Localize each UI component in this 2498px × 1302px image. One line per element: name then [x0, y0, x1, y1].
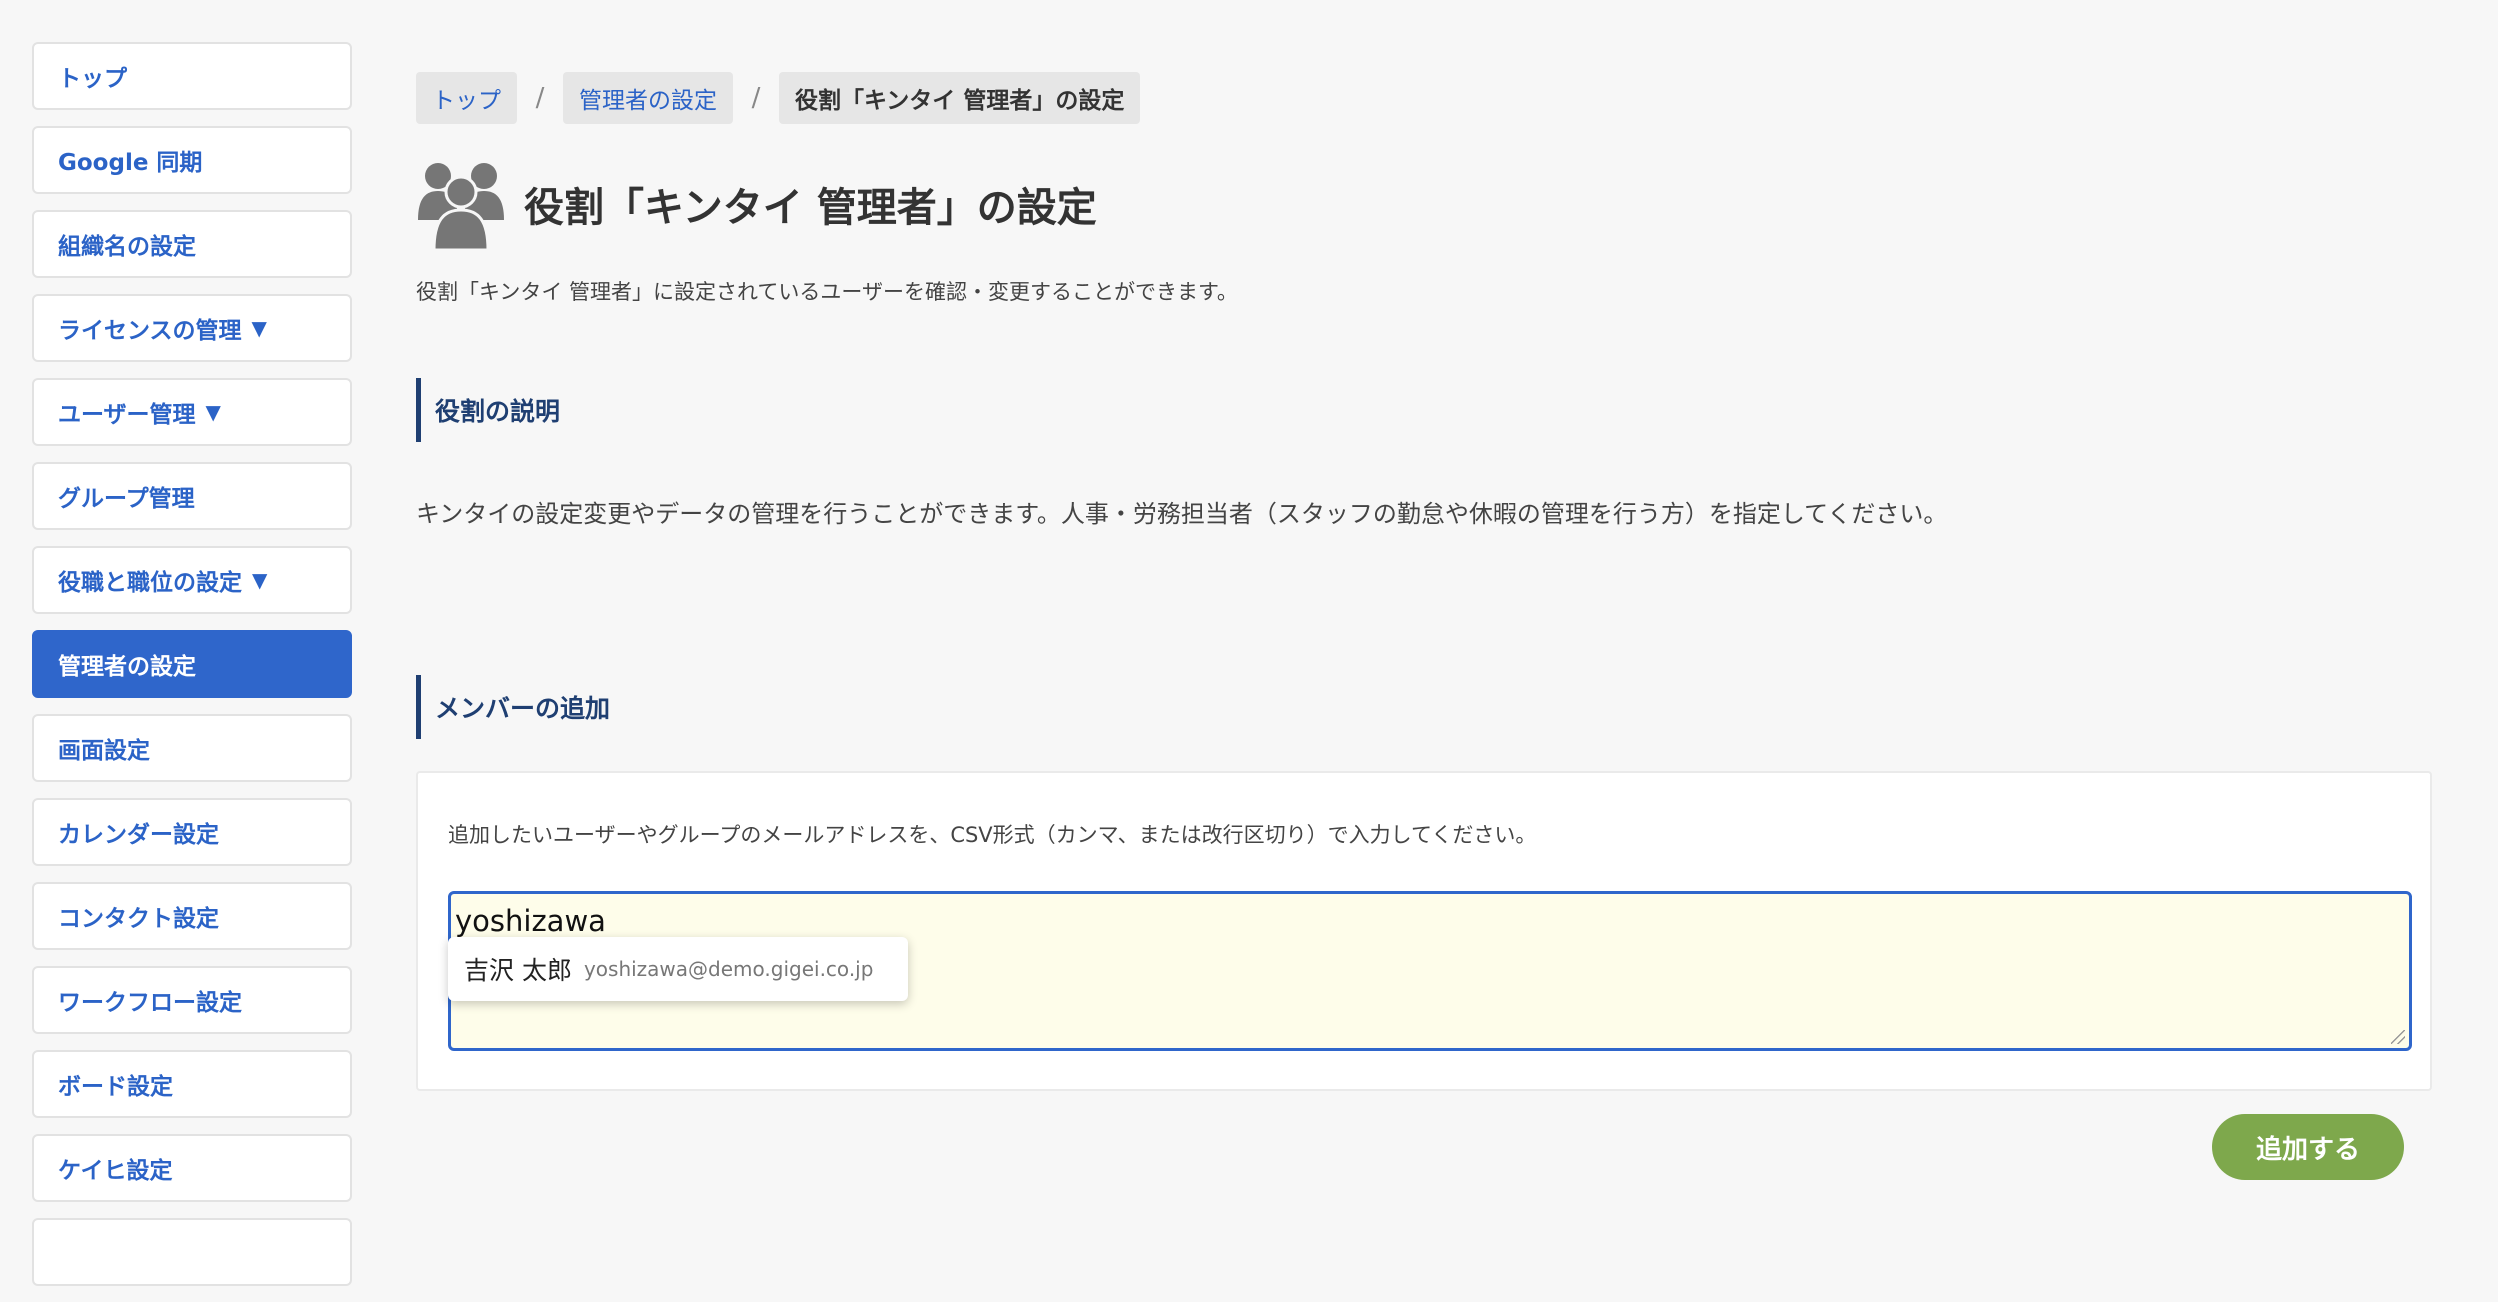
sidebar-item-workflow[interactable]: ワークフロー設定	[32, 966, 352, 1034]
sidebar-item-admin-settings[interactable]: 管理者の設定	[32, 630, 352, 698]
page-title: 役割「キンタイ 管理者」の設定	[524, 185, 1097, 231]
sidebar-item-label: ケイヒ設定	[58, 1158, 173, 1184]
breadcrumb-admin-link[interactable]: 管理者の設定	[563, 72, 733, 124]
sidebar-item-org-name[interactable]: 組織名の設定	[32, 210, 352, 278]
role-description-text: キンタイの設定変更やデータの管理を行うことができます。人事・労務担当者（スタッフ…	[416, 500, 1948, 528]
sidebar-item-label: コンタクト設定	[58, 906, 219, 932]
main-content: トップ / 管理者の設定 / 役割「キンタイ 管理者」の設定 役割「キンタイ 管…	[416, 72, 2432, 1091]
sidebar-item-label: 組織名の設定	[58, 234, 196, 260]
sidebar-item-label: グループ管理	[58, 486, 195, 512]
sidebar-item-calendar[interactable]: カレンダー設定	[32, 798, 352, 866]
suggestion-email: yoshizawa@demo.gigei.co.jp	[583, 957, 874, 981]
role-description-heading: 役割の説明	[416, 378, 2432, 442]
sidebar-item-expense[interactable]: ケイヒ設定	[32, 1134, 352, 1202]
sidebar-item-label: 役職と職位の設定	[58, 570, 242, 596]
sidebar-item-screen[interactable]: 画面設定	[32, 714, 352, 782]
sidebar-item-license[interactable]: ライセンスの管理 ▼	[32, 294, 352, 362]
title-row: 役割「キンタイ 管理者」の設定	[416, 156, 2432, 252]
sidebar-item-label: ユーザー管理	[58, 402, 196, 428]
caret-down-icon: ▼	[205, 400, 221, 424]
add-member-button[interactable]: 追加する	[2212, 1114, 2404, 1180]
breadcrumb: トップ / 管理者の設定 / 役割「キンタイ 管理者」の設定	[416, 72, 2432, 124]
sidebar-item-groups[interactable]: グループ管理	[32, 462, 352, 530]
breadcrumb-top-link[interactable]: トップ	[416, 72, 517, 124]
sidebar-item-top[interactable]: トップ	[32, 42, 352, 110]
sidebar-item-users[interactable]: ユーザー管理 ▼	[32, 378, 352, 446]
sidebar-item-label: 管理者の設定	[58, 654, 196, 680]
sidebar-item-label: Google 同期	[58, 150, 203, 176]
sidebar-item-label: ワークフロー設定	[58, 990, 242, 1016]
sidebar-item-label: ボード設定	[58, 1074, 173, 1100]
sidebar-item-label: トップ	[58, 66, 127, 92]
users-group-icon	[418, 163, 504, 250]
sidebar-item-label: 画面設定	[58, 738, 150, 764]
sidebar-item-label: ライセンスの管理	[58, 318, 242, 344]
breadcrumb-current: 役割「キンタイ 管理者」の設定	[779, 72, 1141, 124]
sidebar-item-google-sync[interactable]: Google 同期	[32, 126, 352, 194]
resize-grip-icon[interactable]	[2391, 1030, 2405, 1044]
sidebar-item-label: カレンダー設定	[58, 822, 219, 848]
autocomplete-suggestion[interactable]: 吉沢 太郎 yoshizawa@demo.gigei.co.jp	[448, 937, 908, 1001]
sidebar-item-board[interactable]: ボード設定	[32, 1050, 352, 1118]
add-member-heading: メンバーの追加	[416, 675, 2432, 739]
sidebar: トップ Google 同期 組織名の設定 ライセンスの管理 ▼ ユーザー管理 ▼…	[32, 42, 352, 1302]
suggestion-name: 吉沢 太郎	[464, 956, 572, 985]
sidebar-item-more[interactable]	[32, 1218, 352, 1286]
sidebar-item-contact[interactable]: コンタクト設定	[32, 882, 352, 950]
caret-down-icon: ▼	[251, 316, 267, 340]
breadcrumb-separator: /	[751, 83, 761, 113]
page-description: 役割「キンタイ 管理者」に設定されているユーザーを確認・変更することができます。	[416, 280, 1238, 304]
add-member-instruction: 追加したいユーザーやグループのメールアドレスを、CSV形式（カンマ、または改行区…	[448, 823, 1537, 847]
sidebar-item-positions[interactable]: 役職と職位の設定 ▼	[32, 546, 352, 614]
caret-down-icon: ▼	[252, 568, 268, 592]
add-member-panel: 追加したいユーザーやグループのメールアドレスを、CSV形式（カンマ、または改行区…	[416, 771, 2432, 1091]
breadcrumb-separator: /	[535, 83, 545, 113]
